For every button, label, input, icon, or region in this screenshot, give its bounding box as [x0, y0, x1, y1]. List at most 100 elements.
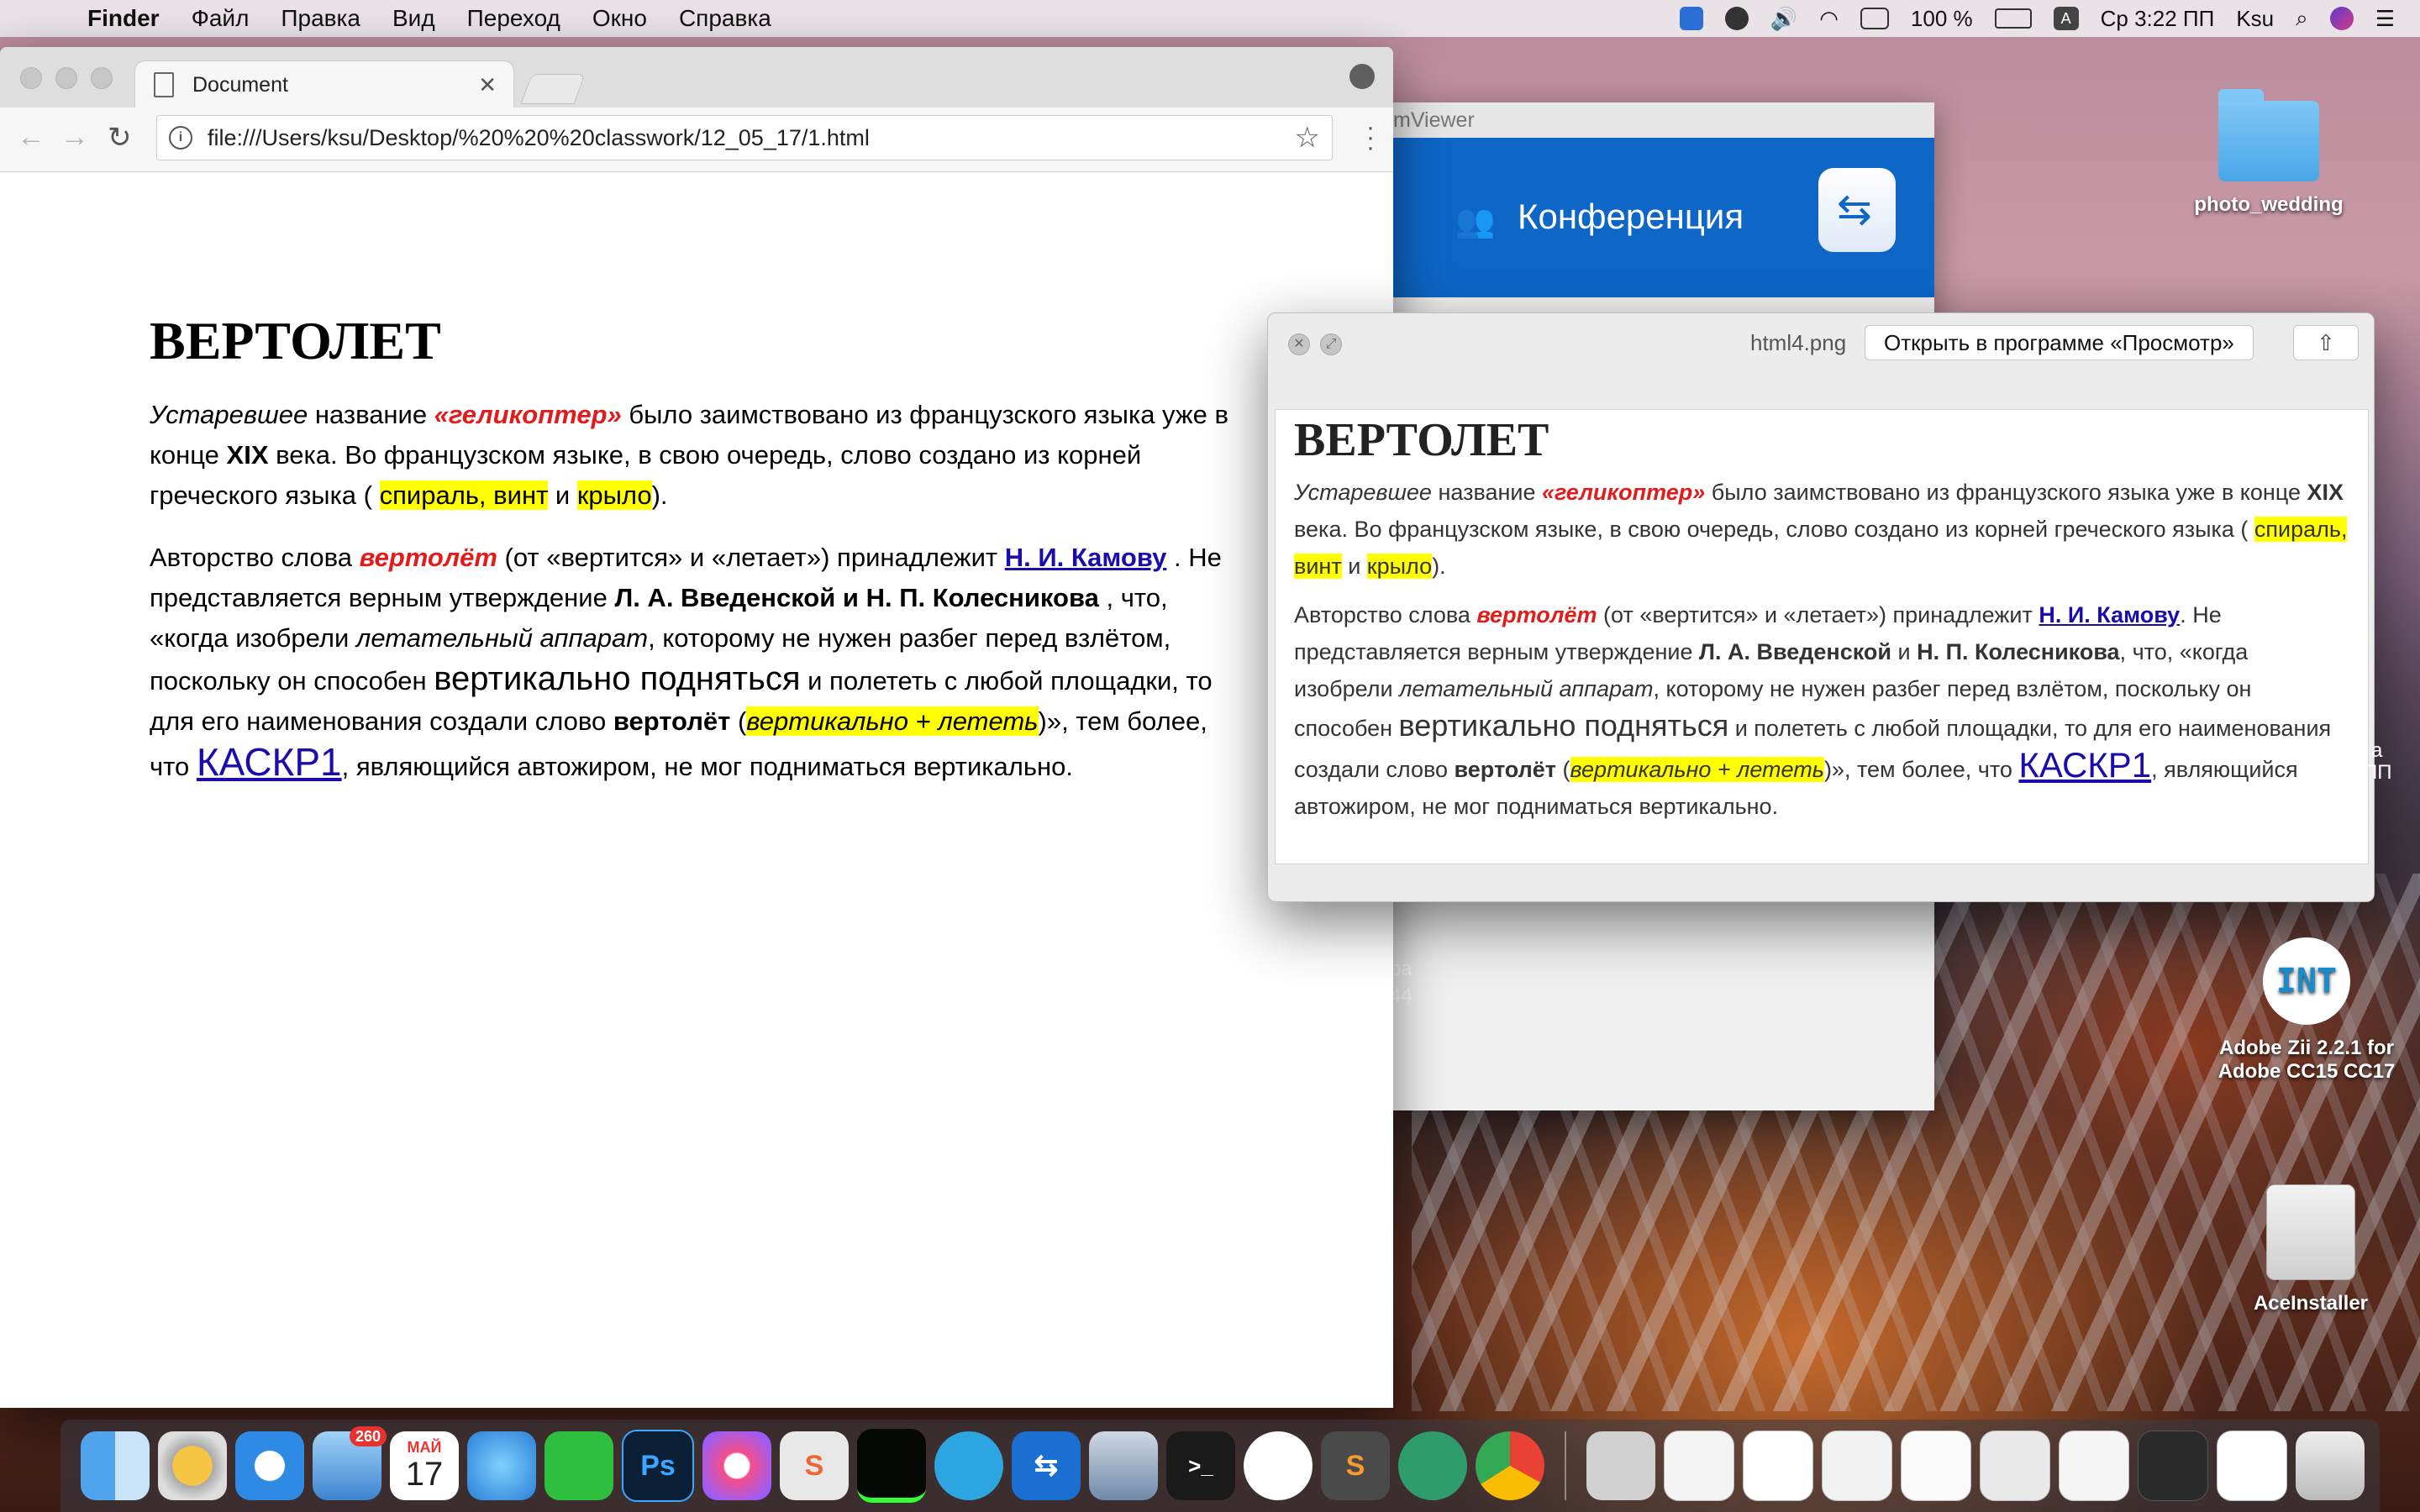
atom-icon[interactable]: [1398, 1431, 1467, 1500]
more-menu-icon[interactable]: · · ·: [1366, 115, 1375, 160]
url-text[interactable]: file:///Users/ksu/Desktop/%20%20%20class…: [208, 125, 870, 151]
link-kaskr: КАСКР1: [2018, 745, 2152, 785]
menu-go[interactable]: Переход: [467, 5, 560, 32]
apple-icon[interactable]: [35, 6, 59, 31]
quicklook-window: ✕ ⤢ html4.png Открыть в программе «Просм…: [1267, 312, 2375, 902]
desktop-folder-label: photo_wedding: [2194, 193, 2344, 216]
photoshop-icon[interactable]: Ps: [622, 1430, 694, 1502]
minimized-window-6[interactable]: [2059, 1431, 2129, 1501]
link-kamov[interactable]: Н. И. Камову: [1005, 543, 1167, 572]
text-italic: летательный аппарат: [1399, 676, 1654, 701]
zoom-window-button[interactable]: [91, 67, 113, 89]
teamviewer-banner: 👥 Конференция: [1393, 138, 1934, 297]
back-icon[interactable]: ←: [17, 121, 45, 154]
quicklook-paragraph-1: Устаревшее название «геликоптер» было за…: [1294, 474, 2349, 585]
info-icon[interactable]: i: [169, 126, 192, 150]
tab-document[interactable]: Document ✕: [134, 60, 514, 108]
finder-icon[interactable]: [81, 1431, 150, 1500]
reload-icon[interactable]: ↻: [108, 121, 132, 155]
open-in-preview-button[interactable]: Открыть в программе «Просмотр»: [1865, 325, 2254, 360]
quicklook-close-icon[interactable]: ✕: [1288, 333, 1310, 355]
minimized-window-8[interactable]: [2217, 1431, 2287, 1501]
minimize-window-button[interactable]: [55, 67, 77, 89]
messages-icon[interactable]: [467, 1431, 536, 1500]
clock[interactable]: Ср 3:22 ПП: [2101, 6, 2215, 32]
text-segment: (от «вертится» и «летает») принадлежит: [1597, 602, 2039, 627]
quicklook-filename: html4.png: [1750, 330, 1847, 355]
folder-icon: [2218, 89, 2319, 181]
archive-utility-icon[interactable]: [1586, 1431, 1655, 1500]
browser-window: Document ✕ ← → ↻ i file:///Users/ksu/Des…: [0, 47, 1393, 1408]
siri-icon[interactable]: [2329, 7, 2354, 30]
quicklook-fullscreen-icon[interactable]: ⤢: [1320, 333, 1342, 355]
github-icon[interactable]: [1244, 1431, 1313, 1500]
battery-percent[interactable]: 100 %: [1911, 6, 1973, 32]
teamviewer-banner-title[interactable]: Конференция: [1518, 197, 1744, 237]
battery-icon[interactable]: [1994, 8, 2032, 29]
text-segment: (: [730, 706, 747, 736]
menu-app-name[interactable]: Finder: [87, 5, 160, 32]
close-window-button[interactable]: [20, 67, 42, 89]
profile-icon[interactable]: [1349, 64, 1375, 89]
text-segment: название: [308, 400, 434, 429]
quicklook-title: ВЕРТОЛЕТ: [1294, 414, 1549, 466]
bookmark-star-icon[interactable]: ☆: [1295, 121, 1320, 155]
input-source-icon[interactable]: A: [2053, 7, 2079, 30]
itunes-icon[interactable]: [702, 1431, 771, 1500]
chrome-canary-icon[interactable]: [158, 1431, 227, 1500]
new-tab-button[interactable]: [520, 74, 586, 104]
telegram-icon[interactable]: [934, 1431, 1003, 1500]
telegram-status-icon[interactable]: [1724, 7, 1749, 30]
slack-icon[interactable]: S: [780, 1431, 849, 1500]
teamviewer-titlebar[interactable]: mViewer: [1393, 102, 1934, 138]
mail-icon[interactable]: 260: [313, 1426, 387, 1500]
minimized-window-3[interactable]: [1822, 1431, 1892, 1501]
forward-icon[interactable]: →: [60, 121, 89, 154]
link-kaskr[interactable]: КАСКР1: [197, 740, 342, 784]
menu-edit[interactable]: Правка: [281, 5, 360, 32]
spotlight-icon[interactable]: ⌕: [2296, 5, 2308, 32]
trash-icon[interactable]: [2296, 1431, 2365, 1500]
menu-window[interactable]: Окно: [592, 5, 647, 32]
user-name[interactable]: Ksu: [2236, 6, 2274, 32]
minimized-window-4[interactable]: [1901, 1431, 1971, 1501]
minimized-window-5[interactable]: [1980, 1431, 2050, 1501]
tab-close-icon[interactable]: ✕: [478, 72, 497, 98]
text-large: вертикально подняться: [434, 660, 801, 697]
menu-file[interactable]: Файл: [192, 5, 250, 32]
teamviewer-fragment-2: 44: [1390, 984, 1413, 1007]
text-segment: и: [1341, 554, 1367, 579]
desktop-drive-label: AceInstaller: [2253, 1292, 2369, 1315]
volume-icon[interactable]: 🔊: [1770, 6, 1797, 32]
menu-view[interactable]: Вид: [392, 5, 435, 32]
preview-icon[interactable]: [1089, 1431, 1158, 1500]
minimized-window-2[interactable]: [1743, 1431, 1813, 1501]
desktop-edge-fragment-1: а: [2371, 739, 2383, 762]
share-icon[interactable]: ⇧: [2293, 325, 2359, 360]
facetime-icon[interactable]: [544, 1431, 613, 1500]
notification-center-icon[interactable]: ☰: [2375, 6, 2395, 32]
wifi-icon[interactable]: ◠: [1819, 6, 1839, 32]
highlight-wing: крыло: [576, 480, 652, 510]
airplay-icon[interactable]: [1860, 8, 1889, 29]
desktop-drive-aceinstaller[interactable]: AceInstaller: [2218, 1184, 2403, 1315]
teamviewer-status-icon[interactable]: [1679, 7, 1703, 30]
address-bar[interactable]: i file:///Users/ksu/Desktop/%20%20%20cla…: [156, 115, 1333, 160]
google-chrome-icon[interactable]: [1476, 1431, 1544, 1500]
minimized-window-1[interactable]: [1664, 1431, 1734, 1501]
calendar-icon[interactable]: МАЙ 17: [390, 1431, 459, 1500]
safari-icon[interactable]: [235, 1431, 304, 1500]
desktop-app-adobe-zii[interactable]: INT Adobe Zii 2.2.1 for Adobe CC15 CC17: [2195, 937, 2418, 1084]
minimized-window-7[interactable]: [2138, 1431, 2208, 1501]
text-segment: было заимствовано из французского языка …: [1705, 480, 2307, 505]
window-controls: [20, 67, 113, 89]
dock: 260 МАЙ 17 Ps S ⇆ >_ S: [60, 1420, 2380, 1512]
document-icon: [154, 72, 174, 97]
sublime-text-icon[interactable]: S: [1321, 1431, 1390, 1500]
teamviewer-icon[interactable]: ⇆: [1012, 1431, 1081, 1500]
menu-help[interactable]: Справка: [679, 5, 771, 32]
desktop-folder-photo-wedding[interactable]: photo_wedding: [2168, 89, 2370, 217]
quicklook-titlebar: ✕ ⤢ html4.png Открыть в программе «Просм…: [1268, 313, 2374, 379]
terminal-icon[interactable]: >_: [1166, 1431, 1235, 1500]
activity-monitor-icon[interactable]: [857, 1429, 926, 1503]
